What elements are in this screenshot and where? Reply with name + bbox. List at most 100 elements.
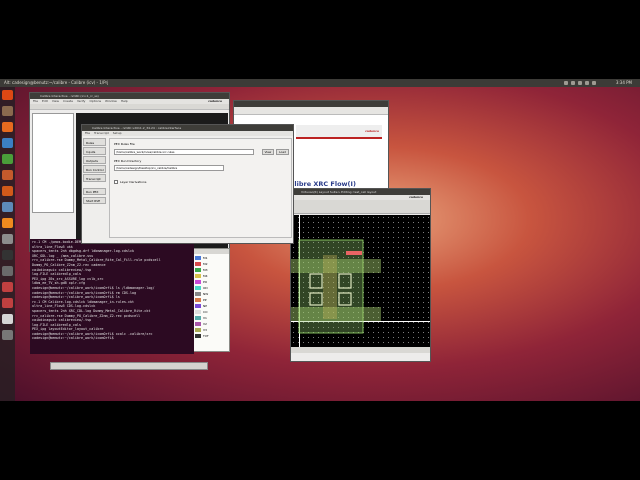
trash-icon[interactable] xyxy=(2,330,13,340)
power-icon[interactable] xyxy=(592,81,596,85)
layer-name: M2 xyxy=(203,262,208,266)
desktop: Alt: cadesign@benutz:~/calibre - Calibre… xyxy=(0,79,640,401)
menu-file[interactable]: File xyxy=(33,99,38,103)
layer-name: V2 xyxy=(203,322,207,326)
layer-swatch xyxy=(195,262,201,266)
amazon-icon[interactable] xyxy=(2,218,13,228)
layer-name: V1 xyxy=(203,316,207,320)
files-icon[interactable] xyxy=(2,106,13,116)
keyboard-icon[interactable] xyxy=(571,81,575,85)
menu-transcript[interactable]: Transcript xyxy=(94,131,109,135)
library-tree[interactable] xyxy=(32,113,74,213)
software-center-icon[interactable] xyxy=(2,186,13,196)
menu-help[interactable]: Help xyxy=(121,99,128,103)
active-window-title: Alt: cadesign@benutz:~/calibre - Calibre… xyxy=(4,80,109,85)
load-button[interactable]: Load xyxy=(276,149,289,155)
rules-file-label: PEX Rules File xyxy=(114,142,135,146)
dialog-content: PEX Rules File /home/calibre_work/rules/… xyxy=(109,138,292,238)
firefox-icon[interactable] xyxy=(2,122,13,132)
layout-toolbar xyxy=(291,200,430,214)
menu-create[interactable]: Create xyxy=(63,99,73,103)
rules-file-input[interactable]: /home/calibre_work/rules/calibre.xrc.rul… xyxy=(114,149,254,155)
bottom-window-strip[interactable] xyxy=(50,362,208,370)
menu-view[interactable]: View xyxy=(52,99,59,103)
layer-derivations-checkbox[interactable] xyxy=(114,180,118,184)
layer-name: PP xyxy=(203,298,207,302)
ubuntu-icon[interactable] xyxy=(2,90,13,100)
browser-toolbar xyxy=(234,107,388,115)
layer-swatch xyxy=(195,274,201,278)
menu-window[interactable]: Window xyxy=(105,99,117,103)
layer-swatch xyxy=(195,328,201,332)
layer-swatch xyxy=(195,334,201,338)
dialog-menubar: File Transcript Setup xyxy=(82,131,293,136)
layer-swatch xyxy=(195,298,201,302)
layer-swatch xyxy=(195,268,201,272)
layer-name: PO xyxy=(203,280,208,284)
layer-name: NW xyxy=(203,292,209,296)
libreoffice-impress-icon[interactable] xyxy=(2,170,13,180)
workspace-icon[interactable] xyxy=(2,266,13,276)
layout-editor-window[interactable]: Virtuoso(R) Layout Suite L Editing: test… xyxy=(290,188,431,362)
menu-edit[interactable]: Edit xyxy=(42,99,48,103)
menu-options[interactable]: Options xyxy=(89,99,101,103)
layer-name: OD xyxy=(203,286,208,290)
calibre-dialog[interactable]: Calibre Interactive - nmRC v2011.2_34.24… xyxy=(81,124,294,244)
layer-name: V3 xyxy=(203,328,207,332)
layer-name: M3 xyxy=(203,268,208,272)
top-panel: Alt: cadesign@benutz:~/calibre - Calibre… xyxy=(0,79,640,87)
layout-canvas[interactable] xyxy=(291,215,430,353)
rules-button[interactable]: Rules xyxy=(83,138,106,146)
layer-swatch xyxy=(195,280,201,284)
layer-swatch xyxy=(195,292,201,296)
cad-toolbar xyxy=(30,104,229,110)
terminal-output[interactable]: rc.1 CM ./pmos.bodie-DEMO ultra_line_Flow… xyxy=(30,239,194,342)
system-tray[interactable] xyxy=(564,81,606,85)
app-icon[interactable] xyxy=(2,314,13,324)
view-button[interactable]: View xyxy=(262,149,274,155)
menu-file[interactable]: File xyxy=(85,131,90,135)
network-icon[interactable] xyxy=(564,81,568,85)
layer-swatch xyxy=(195,256,201,260)
layer-swatch xyxy=(195,322,201,326)
terminal-line: cadesign@bemutz:~/calibre_work/icomOrfL$ xyxy=(32,336,114,341)
layer-name: M1 xyxy=(203,256,208,260)
start-rve-button[interactable]: Start RVE xyxy=(83,197,106,204)
inputs-button[interactable]: Inputs xyxy=(83,147,106,155)
layer-swatch xyxy=(195,304,201,308)
ubuntu-one-icon[interactable] xyxy=(2,202,13,212)
layer-name: NP xyxy=(203,304,208,308)
layout-cadence-logo: cadence xyxy=(409,195,423,199)
cell-layout[interactable] xyxy=(291,215,430,353)
layer-palette[interactable]: M1 M2 M3 M4 PO OD NW PP NP CO V1 V2 V3 TXT xyxy=(193,248,230,352)
browser-banner: cadence xyxy=(296,125,382,139)
browser-cadence-logo: cadence xyxy=(365,129,379,133)
layer-swatch xyxy=(195,286,201,290)
clock[interactable]: 3:34 PM xyxy=(616,79,632,87)
libreoffice-calc-icon[interactable] xyxy=(2,154,13,164)
menu-verify[interactable]: Verify xyxy=(77,99,86,103)
run-control-button[interactable]: Run Control xyxy=(83,165,106,173)
run-pex-button[interactable]: Run PEX xyxy=(83,188,106,195)
settings-icon[interactable] xyxy=(2,234,13,244)
status-line xyxy=(291,347,430,353)
volume-icon[interactable] xyxy=(585,81,589,85)
terminal-window[interactable]: rc.1 CM ./pmos.bodie-DEMO ultra_line_Flow… xyxy=(30,239,194,354)
layer-swatch xyxy=(195,310,201,314)
dialog-side-panel: Rules Inputs Outputs Run Control Transcr… xyxy=(83,138,106,218)
layer-name: CO xyxy=(203,310,208,314)
layer-list[interactable]: M1 M2 M3 M4 PO OD NW PP NP CO V1 V2 V3 TXT xyxy=(194,254,229,340)
transcript-button[interactable]: Transcript xyxy=(83,174,106,182)
app-icon[interactable] xyxy=(2,298,13,308)
layer-derivations-label: Layer Derivations xyxy=(120,180,147,184)
layer-row[interactable]: TXT xyxy=(195,333,228,339)
cadence-logo: cadence xyxy=(208,99,222,103)
layer-name: M4 xyxy=(203,274,208,278)
run-dir-input[interactable]: /home/cadesign/Desktop/icv_calibre/Calib… xyxy=(114,165,224,171)
outputs-button[interactable]: Outputs xyxy=(83,156,106,164)
menu-setup[interactable]: Setup xyxy=(113,131,122,135)
libreoffice-writer-icon[interactable] xyxy=(2,138,13,148)
mail-icon[interactable] xyxy=(578,81,582,85)
app-icon[interactable] xyxy=(2,282,13,292)
terminal-icon[interactable] xyxy=(2,250,13,260)
